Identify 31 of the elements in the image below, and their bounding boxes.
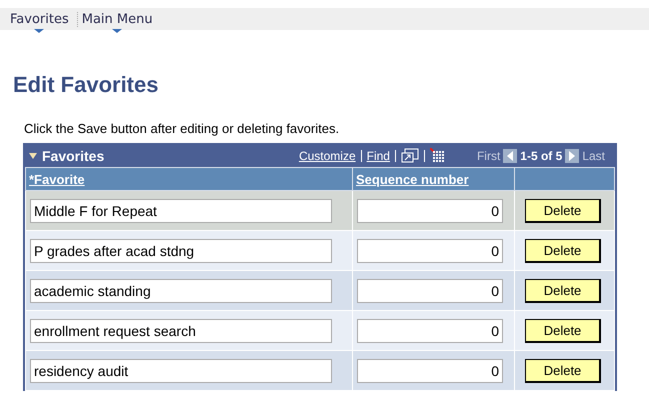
favorite-field[interactable]: academic standing xyxy=(30,278,332,302)
grid-title: Favorites xyxy=(42,148,104,164)
find-link[interactable]: Find xyxy=(366,149,390,163)
last-label: Last xyxy=(582,149,605,163)
delete-button[interactable]: Delete xyxy=(525,358,601,382)
table-row[interactable]: P grades after acad stdng xyxy=(26,230,352,270)
page-title: Edit Favorites xyxy=(13,72,160,98)
column-header[interactable]: *Favorite xyxy=(29,172,85,186)
delete-button[interactable]: Delete xyxy=(525,318,601,342)
instruction-text: Click the Save button after editing or deleting favorites. xyxy=(24,121,340,136)
delete-button[interactable]: Delete xyxy=(525,278,601,302)
customize-link[interactable]: Customize xyxy=(298,149,356,163)
table-row[interactable]: enrollment request search xyxy=(26,310,352,350)
sequence-field[interactable]: 0 xyxy=(357,238,503,262)
row-range: 1-5 of 5 xyxy=(520,149,562,163)
favorite-field[interactable]: enrollment request search xyxy=(30,318,332,342)
delete-button[interactable]: Delete xyxy=(525,198,601,222)
menu-item[interactable]: Favorites xyxy=(6,12,77,26)
table-row[interactable]: Middle F for Repeat xyxy=(26,190,352,230)
favorite-field[interactable]: Middle F for Repeat xyxy=(30,198,332,222)
sequence-field[interactable]: 0 xyxy=(357,198,503,222)
sequence-field[interactable]: 0 xyxy=(357,358,503,382)
delete-button[interactable]: Delete xyxy=(525,238,601,262)
table-row[interactable]: academic standing xyxy=(26,270,352,310)
favorite-field[interactable]: residency audit xyxy=(30,358,332,382)
favorite-field[interactable]: P grades after acad stdng xyxy=(30,238,332,262)
sequence-field[interactable]: 0 xyxy=(357,278,503,302)
menu-item[interactable]: Main Menu xyxy=(76,12,161,26)
sequence-field[interactable]: 0 xyxy=(357,318,503,342)
table-row[interactable]: residency audit xyxy=(26,350,352,390)
first-label: First xyxy=(476,149,500,163)
